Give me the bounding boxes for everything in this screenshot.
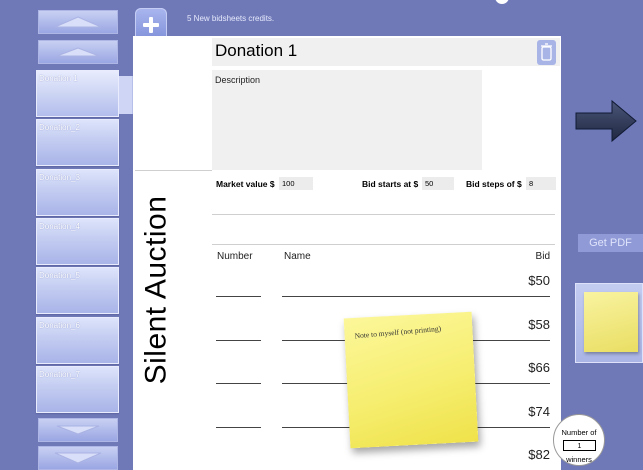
bid-amount: $66 bbox=[528, 360, 550, 375]
description-field[interactable]: Description bbox=[212, 70, 482, 170]
number-column-header: Number bbox=[217, 251, 253, 262]
sidebar-item-label: Donation_7 bbox=[39, 370, 80, 379]
sidebar-item-label: Donation 1 bbox=[39, 74, 78, 83]
sidebar-item-label: Donation_6 bbox=[39, 321, 80, 330]
next-button[interactable] bbox=[574, 98, 638, 144]
scroll-down-button[interactable] bbox=[38, 418, 118, 442]
donation-title-field[interactable]: Donation 1 bbox=[212, 38, 560, 66]
scroll-up-button[interactable] bbox=[38, 40, 118, 64]
credits-text: 5 New bidsheets credits. bbox=[187, 14, 275, 23]
sticky-note[interactable]: Note to myself (not printing) bbox=[343, 311, 479, 449]
delete-button[interactable] bbox=[537, 40, 556, 65]
winners-count-input[interactable]: 1 bbox=[563, 440, 596, 451]
scroll-bottom-button[interactable] bbox=[38, 446, 118, 470]
bid-amount: $74 bbox=[528, 404, 550, 419]
selected-indicator bbox=[119, 76, 133, 114]
sticky-note-tray[interactable] bbox=[575, 283, 643, 363]
divider bbox=[212, 214, 555, 215]
sidebar-item-donation-1[interactable]: Donation 1 bbox=[36, 70, 119, 117]
number-line bbox=[216, 296, 261, 297]
sticky-note-text: Note to myself (not printing) bbox=[354, 323, 442, 341]
bid-steps-input[interactable]: 8 bbox=[526, 177, 556, 190]
sidebar-item-label: Donation_5 bbox=[39, 271, 80, 280]
winners-count-badge[interactable]: Number of 1 winners bbox=[553, 414, 605, 466]
double-up-arrow-icon bbox=[54, 16, 102, 28]
name-column-header: Name bbox=[284, 251, 311, 262]
bid-amount: $58 bbox=[528, 317, 550, 332]
sidebar-item-donation-6[interactable]: Donation_6 bbox=[36, 317, 119, 364]
sheet-vertical-title: Silent Auction bbox=[136, 170, 176, 410]
sidebar-item-donation-5[interactable]: Donation_5 bbox=[36, 267, 119, 314]
get-pdf-button[interactable]: Get PDF bbox=[578, 234, 643, 252]
sidebar-item-donation-7[interactable]: Donation_7 bbox=[36, 366, 119, 413]
bid-amount: $82 bbox=[528, 447, 550, 462]
down-arrow-icon bbox=[56, 425, 100, 435]
description-label: Description bbox=[215, 75, 261, 85]
winners-label-top: Number of bbox=[561, 428, 597, 437]
scroll-top-button[interactable] bbox=[38, 10, 118, 34]
bid-column-header: Bid bbox=[535, 251, 550, 262]
double-down-arrow-icon bbox=[54, 452, 102, 464]
sidebar-item-label: Donation_4 bbox=[39, 222, 80, 231]
number-line bbox=[216, 427, 261, 428]
right-arrow-icon bbox=[575, 99, 637, 143]
up-arrow-icon bbox=[56, 47, 100, 57]
trash-icon bbox=[541, 43, 552, 61]
bid-amount: $50 bbox=[528, 273, 550, 288]
winners-label-bottom: winners bbox=[566, 455, 592, 464]
number-line bbox=[216, 383, 261, 384]
sticky-note-thumbnail[interactable] bbox=[584, 292, 638, 352]
name-line bbox=[282, 296, 550, 297]
divider bbox=[135, 170, 212, 171]
market-value-label: Market value $ bbox=[216, 179, 275, 189]
sidebar-item-donation-2[interactable]: Donation_2 bbox=[36, 119, 119, 166]
market-value-input[interactable]: 100 bbox=[279, 177, 313, 190]
divider bbox=[212, 244, 555, 245]
sidebar-item-label: Donation_3 bbox=[39, 173, 80, 182]
top-indicator bbox=[495, 0, 509, 4]
bid-starts-input[interactable]: 50 bbox=[422, 177, 454, 190]
sidebar-item-donation-3[interactable]: Donation_3 bbox=[36, 169, 119, 216]
number-line bbox=[216, 340, 261, 341]
bid-starts-label: Bid starts at $ bbox=[362, 179, 419, 189]
sidebar-item-donation-4[interactable]: Donation_4 bbox=[36, 218, 119, 265]
vertical-title-text: Silent Auction bbox=[139, 195, 173, 385]
bid-steps-label: Bid steps of $ bbox=[466, 179, 522, 189]
donation-title-text: Donation 1 bbox=[215, 41, 298, 60]
plus-icon bbox=[143, 17, 159, 33]
sidebar-item-label: Donation_2 bbox=[39, 123, 80, 132]
